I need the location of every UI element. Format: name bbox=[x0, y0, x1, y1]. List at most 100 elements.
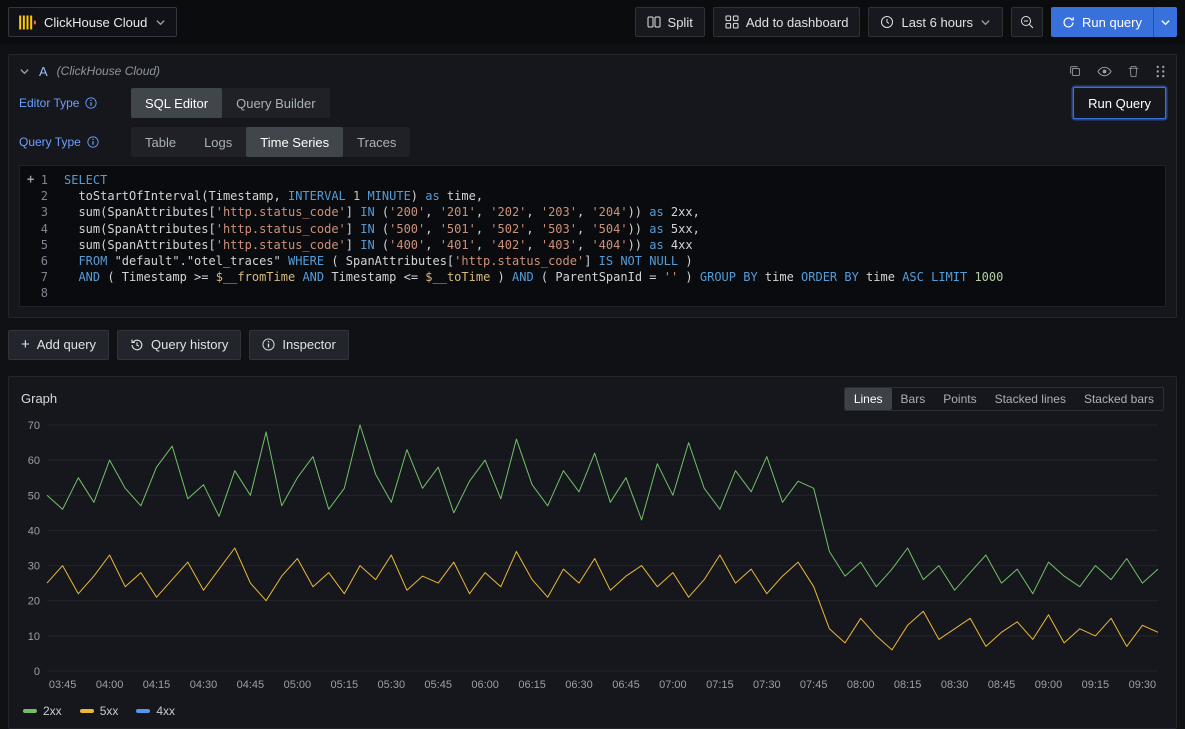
explore-content: A (ClickHouse Cloud) Editor Type bbox=[0, 44, 1185, 729]
sync-icon bbox=[1062, 16, 1075, 29]
svg-text:07:30: 07:30 bbox=[753, 679, 781, 691]
line-number: 4 bbox=[20, 221, 64, 237]
svg-text:08:45: 08:45 bbox=[988, 679, 1016, 691]
svg-text:06:30: 06:30 bbox=[565, 679, 593, 691]
sql-line: 4 sum(SpanAttributes['http.status_code']… bbox=[20, 221, 1165, 237]
duplicate-query-button[interactable] bbox=[1068, 64, 1082, 78]
display-mode-bars[interactable]: Bars bbox=[892, 388, 935, 410]
info-icon[interactable] bbox=[87, 136, 99, 148]
display-mode-stacked-lines[interactable]: Stacked lines bbox=[986, 388, 1075, 410]
query-type-traces[interactable]: Traces bbox=[343, 127, 410, 157]
history-icon bbox=[130, 338, 144, 352]
svg-text:05:45: 05:45 bbox=[424, 679, 452, 691]
svg-text:04:00: 04:00 bbox=[96, 679, 124, 691]
line-number: 8 bbox=[20, 285, 64, 301]
info-icon[interactable] bbox=[85, 97, 97, 109]
run-query-split-button: Run query bbox=[1051, 7, 1177, 37]
query-datasource-hint: (ClickHouse Cloud) bbox=[57, 64, 160, 78]
inspector-button[interactable]: Inspector bbox=[249, 330, 348, 360]
drag-handle[interactable] bbox=[1155, 65, 1166, 78]
add-query-button[interactable]: + Add query bbox=[8, 330, 109, 360]
chart-legend: 2xx 5xx 4xx bbox=[9, 700, 1176, 728]
svg-text:08:30: 08:30 bbox=[941, 679, 969, 691]
legend-item-4xx[interactable]: 4xx bbox=[136, 704, 175, 718]
display-mode-lines[interactable]: Lines bbox=[845, 388, 892, 410]
line-number: 3 bbox=[20, 204, 64, 220]
svg-text:30: 30 bbox=[28, 560, 40, 572]
svg-text:10: 10 bbox=[28, 631, 40, 643]
query-type-row: Query Type TableLogsTime SeriesTraces bbox=[9, 127, 1176, 157]
trash-icon bbox=[1127, 65, 1140, 78]
sql-line: 7 AND ( Timestamp >= $__fromTime AND Tim… bbox=[20, 269, 1165, 285]
plus-icon: + bbox=[21, 337, 30, 352]
line-number: +1 bbox=[20, 172, 64, 188]
svg-text:0: 0 bbox=[34, 666, 40, 678]
legend-item-5xx[interactable]: 5xx bbox=[80, 704, 119, 718]
editor-type-sql-editor[interactable]: SQL Editor bbox=[131, 88, 222, 118]
svg-text:04:30: 04:30 bbox=[190, 679, 218, 691]
query-type-group: TableLogsTime SeriesTraces bbox=[131, 127, 410, 157]
topbar-actions: Split Add to dashboard Last 6 hours bbox=[635, 7, 1177, 37]
sql-line: 8 bbox=[20, 285, 1165, 301]
collapse-chevron-icon[interactable] bbox=[19, 66, 30, 77]
datasource-label: ClickHouse Cloud bbox=[44, 15, 147, 30]
toggle-visibility-button[interactable] bbox=[1097, 64, 1112, 79]
sql-line: 6 FROM "default"."otel_traces" WHERE ( S… bbox=[20, 253, 1165, 269]
line-number: 5 bbox=[20, 237, 64, 253]
clock-icon bbox=[880, 15, 894, 29]
time-series-chart[interactable]: 01020304050607003:4504:0004:1504:3004:45… bbox=[9, 413, 1176, 700]
time-range-picker[interactable]: Last 6 hours bbox=[868, 7, 1003, 37]
line-number: 6 bbox=[20, 253, 64, 269]
svg-text:07:45: 07:45 bbox=[800, 679, 828, 691]
datasource-picker[interactable]: ClickHouse Cloud bbox=[8, 7, 177, 37]
line-number: 2 bbox=[20, 188, 64, 204]
run-query-dropdown-button[interactable] bbox=[1153, 7, 1177, 37]
query-history-button[interactable]: Query history bbox=[117, 330, 241, 360]
query-type-time-series[interactable]: Time Series bbox=[246, 127, 343, 157]
svg-text:08:15: 08:15 bbox=[894, 679, 922, 691]
display-mode-stacked-bars[interactable]: Stacked bars bbox=[1075, 388, 1163, 410]
clickhouse-logo-icon bbox=[19, 15, 36, 30]
query-history-label: Query history bbox=[151, 337, 228, 352]
legend-item-2xx[interactable]: 2xx bbox=[23, 704, 62, 718]
editor-type-group: SQL EditorQuery Builder bbox=[131, 88, 330, 118]
svg-text:50: 50 bbox=[28, 490, 40, 502]
graph-title: Graph bbox=[21, 391, 57, 406]
split-icon bbox=[647, 15, 661, 29]
chevron-down-icon bbox=[980, 17, 991, 28]
query-type-logs[interactable]: Logs bbox=[190, 127, 246, 157]
apps-grid-icon bbox=[725, 15, 739, 29]
copy-icon bbox=[1068, 64, 1082, 78]
run-query-button[interactable]: Run query bbox=[1051, 7, 1153, 37]
svg-text:60: 60 bbox=[28, 455, 40, 467]
plus-icon: + bbox=[27, 171, 34, 187]
editor-type-query-builder[interactable]: Query Builder bbox=[222, 88, 329, 118]
run-query-inline-button[interactable]: Run Query bbox=[1073, 87, 1166, 119]
display-mode-points[interactable]: Points bbox=[934, 388, 985, 410]
grip-dots-icon bbox=[1155, 65, 1166, 78]
query-type-table[interactable]: Table bbox=[131, 127, 190, 157]
sql-editor[interactable]: +1SELECT2 toStartOfInterval(Timestamp, I… bbox=[19, 165, 1166, 307]
editor-type-row: Editor Type SQL EditorQuery Builder Run … bbox=[9, 87, 1176, 119]
svg-text:09:30: 09:30 bbox=[1129, 679, 1157, 691]
chevron-down-icon bbox=[155, 17, 166, 28]
split-button[interactable]: Split bbox=[635, 7, 705, 37]
add-to-dashboard-label: Add to dashboard bbox=[746, 15, 849, 30]
time-range-label: Last 6 hours bbox=[901, 15, 973, 30]
svg-text:06:45: 06:45 bbox=[612, 679, 640, 691]
svg-text:03:45: 03:45 bbox=[49, 679, 77, 691]
svg-text:05:15: 05:15 bbox=[331, 679, 359, 691]
sql-line: +1SELECT bbox=[20, 172, 1165, 188]
display-mode-group: LinesBarsPointsStacked linesStacked bars bbox=[844, 387, 1164, 411]
editor-type-label: Editor Type bbox=[19, 96, 119, 110]
graph-header: Graph LinesBarsPointsStacked linesStacke… bbox=[9, 377, 1176, 413]
add-query-label: Add query bbox=[37, 337, 96, 352]
svg-text:07:00: 07:00 bbox=[659, 679, 687, 691]
svg-text:05:30: 05:30 bbox=[378, 679, 406, 691]
remove-query-button[interactable] bbox=[1127, 65, 1140, 78]
svg-text:20: 20 bbox=[28, 595, 40, 607]
svg-text:06:00: 06:00 bbox=[471, 679, 499, 691]
add-to-dashboard-button[interactable]: Add to dashboard bbox=[713, 7, 861, 37]
zoom-out-button[interactable] bbox=[1011, 7, 1043, 37]
svg-text:04:45: 04:45 bbox=[237, 679, 265, 691]
